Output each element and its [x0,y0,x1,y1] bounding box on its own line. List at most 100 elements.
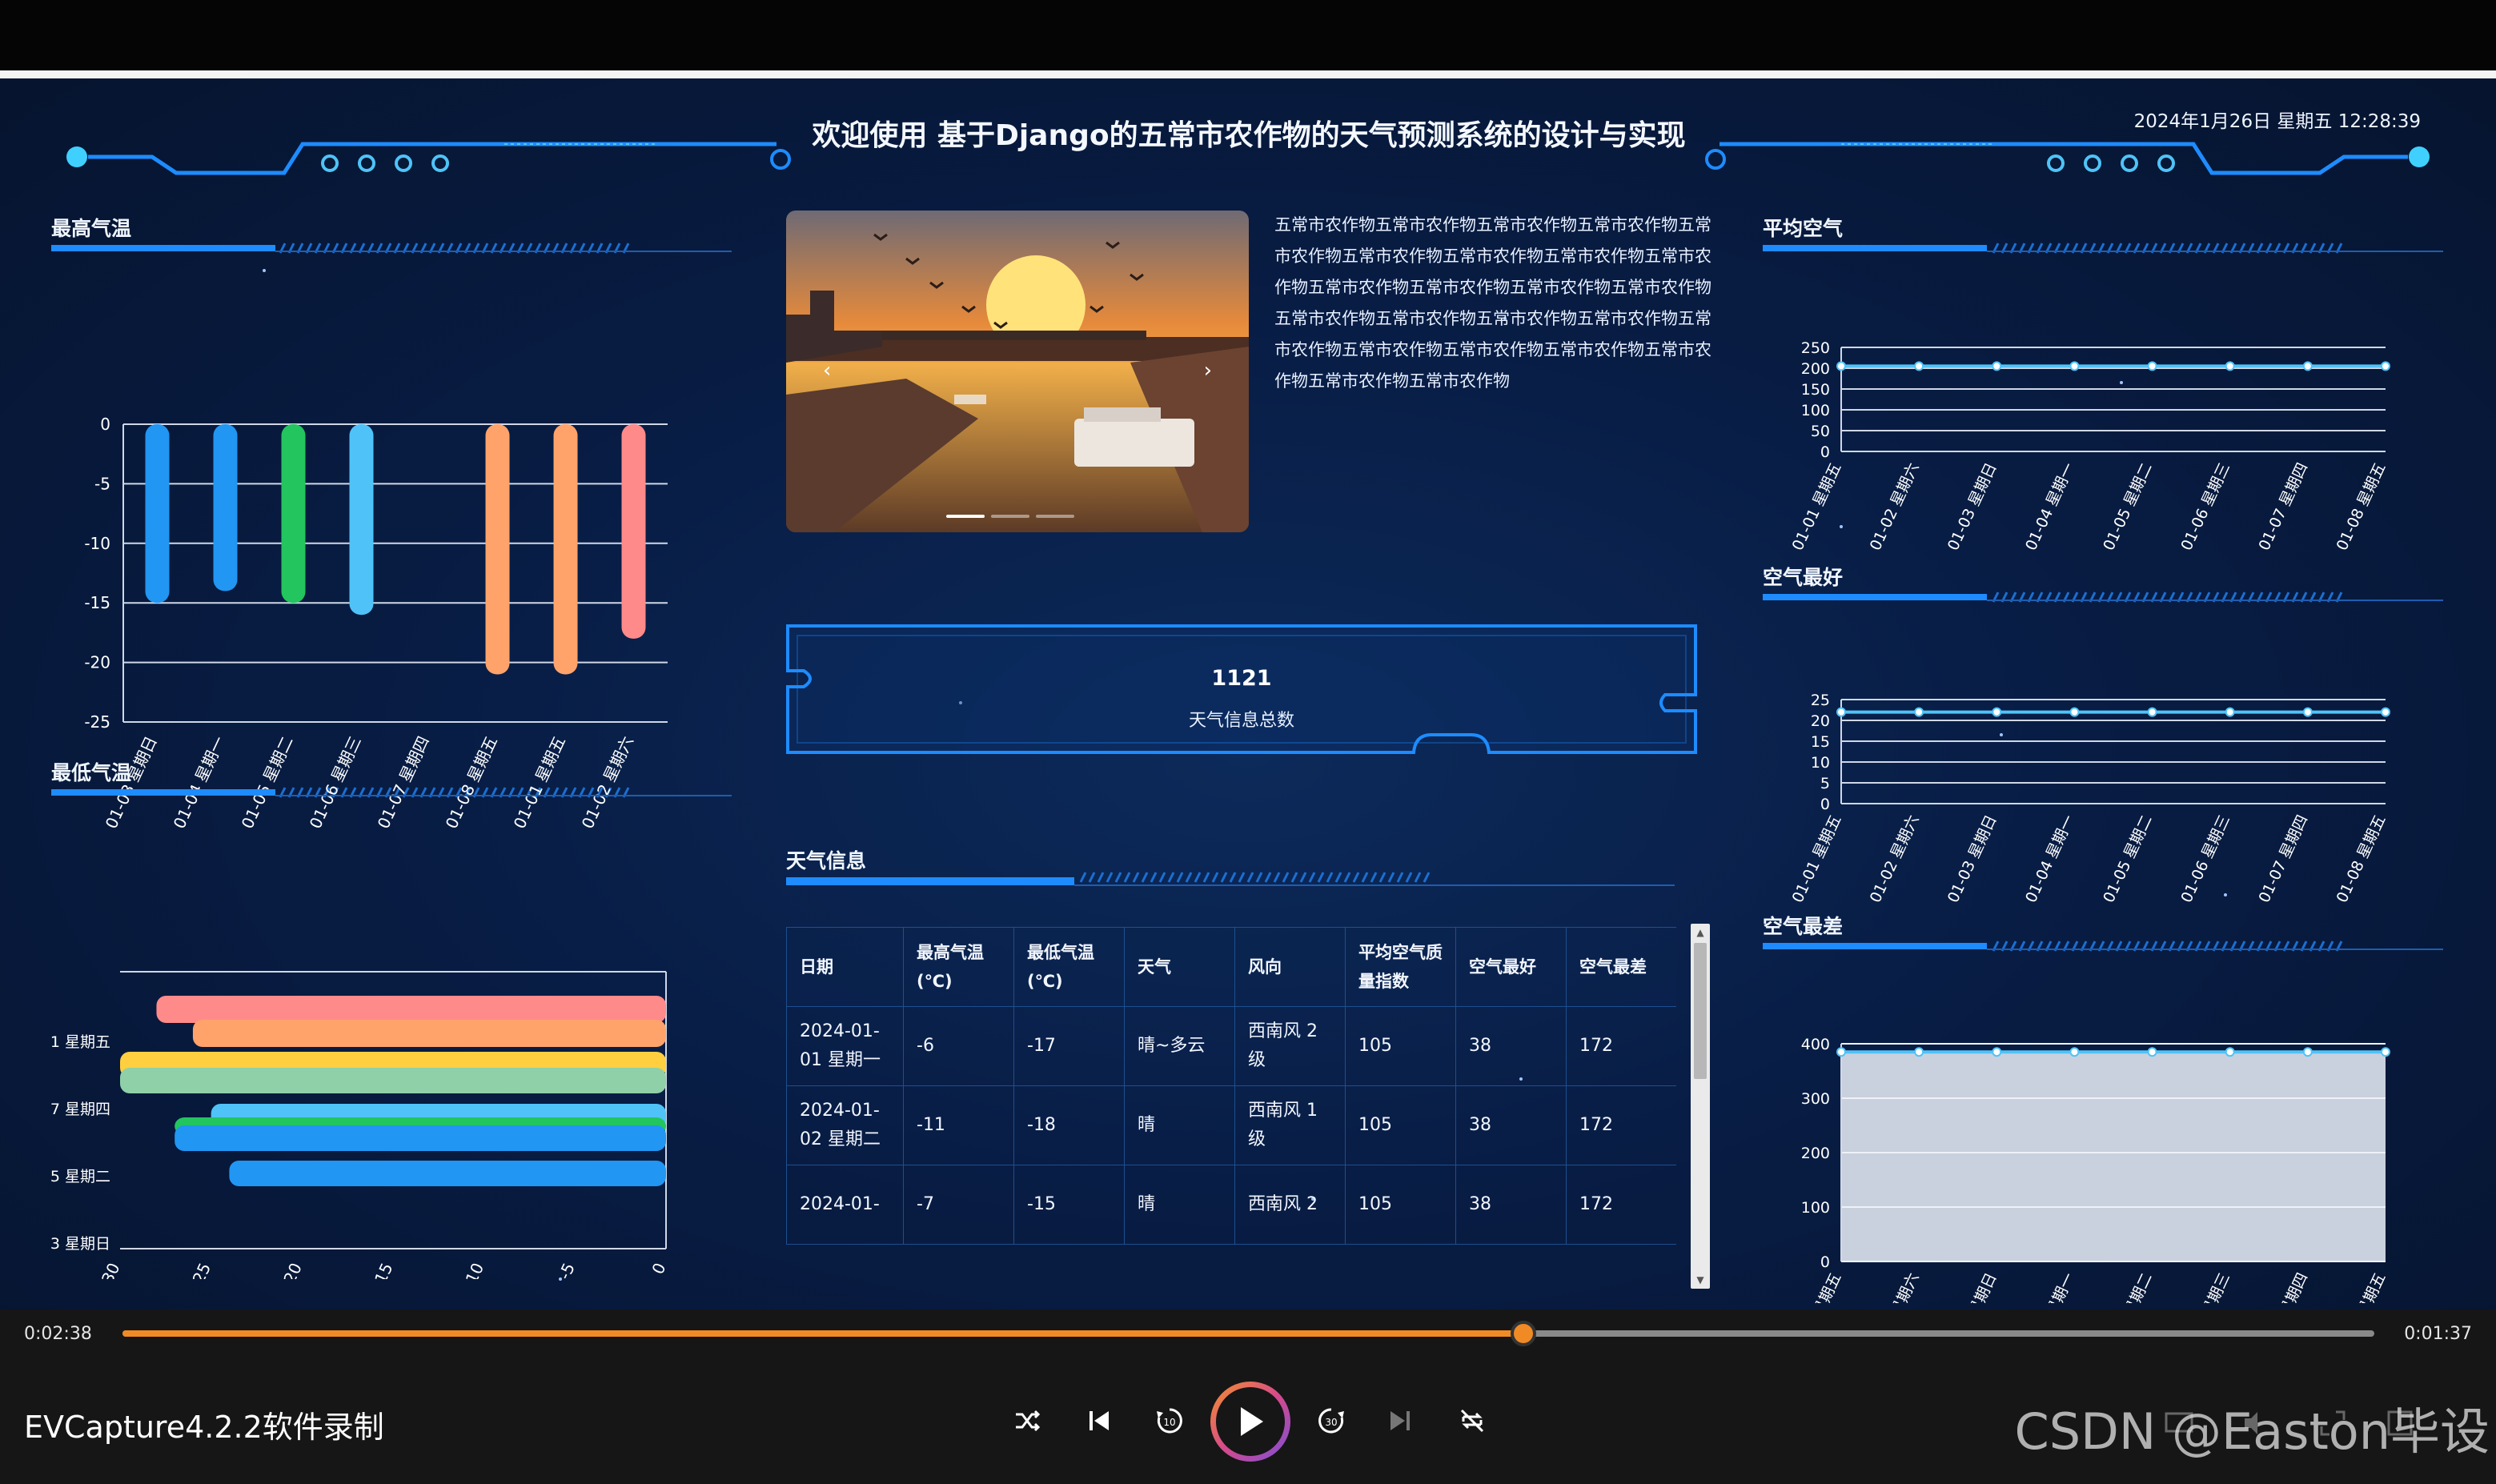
y-tick-label: 200 [1801,360,1830,378]
bar [485,424,510,675]
y-tick-label: 150 [1801,381,1830,399]
x-tick-label: 01-06 星期三 [2177,460,2233,553]
total-time: 0:01:37 [2404,1324,2472,1344]
data-point [2147,361,2157,371]
x-tick-label: 01-06 星期三 [2177,812,2233,905]
y-tick-label: 5 星期二 [50,1168,110,1185]
progress-knob[interactable] [1510,1321,1536,1346]
header-line-right [1720,142,2408,175]
x-tick-label: 01-07 星期四 [2255,1270,2311,1303]
x-tick-label: -25 [187,1260,215,1279]
data-point [2225,361,2235,371]
y-tick-label: 10 [1811,754,1830,772]
bar [281,424,306,604]
ring-icon [321,154,339,172]
x-tick-label: 01-04 星期一 [2022,812,2078,905]
x-tick-label: 01-07 星期四 [2255,460,2311,553]
table-cell: 晴~多云 [1124,1006,1235,1086]
total-count-label: 天气信息总数 [1188,711,1294,731]
scroll-thumb[interactable] [1694,943,1707,1079]
play-button[interactable] [1210,1382,1290,1462]
carousel-indicators[interactable] [946,515,1074,518]
scroll-down-icon[interactable]: ▼ [1691,1274,1710,1285]
total-count-value: 1121 [1211,666,1272,691]
bar [213,424,238,592]
data-point [2147,1047,2157,1057]
data-point [2302,1047,2313,1057]
window-top-stripe [0,70,2496,78]
y-tick-label: 20 [1811,712,1830,730]
x-tick-label: 01-03 星期日 [1944,460,2000,553]
y-tick-label: 15 [1811,733,1830,751]
y-tick-label: -25 [84,712,110,732]
x-tick-label: 01-08 星期五 [2333,460,2390,553]
table-scrollbar[interactable]: ▲ ▼ [1691,924,1710,1289]
rewind-10-icon[interactable]: 10 [1148,1399,1191,1442]
data-point [2302,707,2313,717]
column-header: 天气 [1124,927,1235,1007]
x-tick-label: 01-04 星期一 [2022,460,2078,553]
data-point [1914,361,1924,371]
data-point [1914,707,1924,717]
x-tick-label: -30 [95,1260,124,1279]
bar [120,1068,666,1093]
x-tick-label: 01-03 星期日 [1944,1270,2000,1303]
y-tick-label: 400 [1801,1036,1830,1053]
x-tick-label: 01-01 星期五 [1789,812,1845,905]
table-cell: -15 [1013,1165,1125,1245]
column-header: 平均空气质量指数 [1345,927,1456,1007]
ring-icon [2084,154,2101,172]
scroll-up-icon[interactable]: ▲ [1691,927,1710,938]
y-tick-label: 0 [1820,443,1830,461]
carousel-prev-button[interactable]: ‹ [823,359,831,383]
glow-dot-icon [66,146,87,167]
table-cell: 38 [1455,1006,1567,1086]
data-point [2381,707,2390,717]
x-tick-label: -10 [459,1260,488,1279]
svg-text:30: 30 [1325,1417,1337,1428]
carousel-dot[interactable] [946,515,985,518]
column-header: 最低气温(℃) [1013,927,1125,1007]
y-tick-label: 100 [1801,402,1830,419]
bar [156,996,666,1023]
next-icon[interactable] [1378,1399,1422,1442]
bar [145,424,170,604]
y-tick-label: 100 [1801,1199,1830,1217]
forward-30-icon[interactable]: 30 [1310,1399,1353,1442]
shuffle-icon[interactable] [1005,1399,1049,1442]
min-temp-chart: -30 -25 -20 -15 -10 -5 0 1 星期五 7 星期四 5 星期二 3 星期日 [50,971,670,1279]
bar [229,1161,666,1186]
table-cell: 105 [1345,1085,1456,1165]
image-carousel[interactable]: ‹ › [786,211,1249,532]
x-tick-label: 01-06 星期三 [2177,1270,2233,1303]
y-tick-label: 250 [1801,339,1830,357]
total-count-card: 1121 天气信息总数 [785,623,1699,757]
bar [192,1020,666,1047]
x-tick-label: 01-08 星期五 [2333,1270,2390,1303]
panel-title-underline [1763,943,2443,950]
ring-icon [2157,154,2175,172]
repeat-icon[interactable] [1451,1399,1494,1442]
x-tick-label: 01-05 星期二 [2100,1270,2156,1303]
carousel-dot[interactable] [991,515,1029,518]
header-line-left [88,142,776,175]
progress-track[interactable] [122,1321,2374,1346]
recorder-brand: EVCapture4.2.2软件录制 [24,1410,384,1445]
table-cell: 西南风 1级 [1234,1085,1346,1165]
data-point [2069,1047,2080,1057]
dashboard: 欢迎使用 基于Django的五常市农作物的天气预测系统的设计与实现 2024年1… [0,78,2496,1310]
previous-icon[interactable] [1077,1399,1121,1442]
x-tick-label: 01-07 星期四 [2255,812,2311,905]
carousel-dot[interactable] [1036,515,1074,518]
glow-dot-icon [2409,146,2430,167]
x-tick-label: 0 [648,1260,669,1277]
table-row: 2024-01- -7 -15 晴 西南风 2 105 38 172 [786,1165,1676,1245]
panel-title-underline [1763,594,2443,601]
bar [349,424,374,616]
carousel-next-button[interactable]: › [1204,359,1212,383]
bar [553,424,578,675]
data-point [1992,361,2002,371]
panel-title-underline [786,877,1675,886]
csdn-watermark: CSDN @Easton毕设 [2014,1402,2490,1461]
y-tick-label: 200 [1801,1145,1830,1162]
